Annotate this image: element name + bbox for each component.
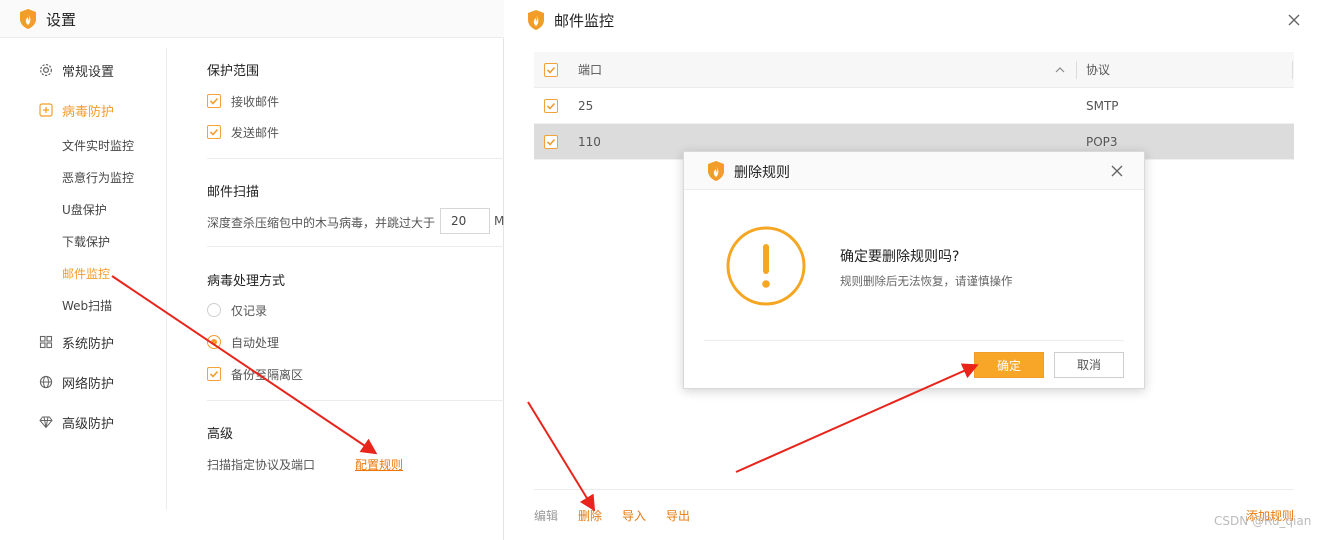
confirm-button[interactable]: 确定 — [974, 352, 1044, 378]
checkbox-checked-icon — [207, 94, 221, 108]
close-icon[interactable] — [1284, 10, 1304, 30]
archive-size-input[interactable]: 20 — [440, 208, 490, 234]
divider — [207, 400, 504, 401]
advanced-desc: 扫描指定协议及端口 — [207, 458, 316, 472]
checkbox-checked-icon — [207, 367, 221, 381]
gear-icon — [38, 62, 54, 78]
column-separator[interactable] — [1292, 61, 1293, 79]
shield-flame-logo-icon — [528, 10, 544, 30]
cancel-button[interactable]: 取消 — [1054, 352, 1124, 378]
divider — [207, 158, 504, 159]
plus-box-icon — [38, 102, 54, 118]
port-cell: 110 — [578, 135, 601, 149]
radio-selected-icon — [207, 335, 221, 349]
auto-handle-label: 自动处理 — [231, 335, 280, 350]
nav-general-settings[interactable]: 常规设置 — [38, 58, 114, 82]
column-header-port[interactable]: 端口 — [578, 52, 602, 88]
record-only-radio[interactable]: 仅记录 — [207, 302, 267, 318]
nav-label: 常规设置 — [62, 64, 115, 80]
settings-title: 设置 — [46, 11, 77, 29]
import-button[interactable]: 导入 — [622, 507, 646, 524]
nav-label: 网络防护 — [62, 376, 115, 392]
settings-window: 设置 常规设置 病毒防护 文件实时监控 恶意行为监控 U盘保护 下载保护 邮件监… — [0, 0, 504, 540]
row-checkbox[interactable] — [544, 99, 558, 113]
watermark: CSDN @Ru_qian — [1214, 514, 1312, 528]
configure-rules-link[interactable]: 配置规则 — [355, 456, 403, 473]
nav-virus-protection[interactable]: 病毒防护 — [38, 98, 114, 122]
subnav-web-scan[interactable]: Web扫描 — [62, 297, 112, 314]
globe-icon — [38, 374, 54, 390]
footer-divider — [534, 489, 1294, 490]
checkbox-checked-icon — [207, 125, 221, 139]
column-header-protocol[interactable]: 协议 — [1086, 52, 1110, 88]
subnav-behavior-monitor[interactable]: 恶意行为监控 — [62, 169, 134, 186]
nav-system-protection[interactable]: 系统防护 — [38, 330, 114, 354]
divider — [207, 246, 504, 247]
send-mail-label: 发送邮件 — [231, 125, 280, 140]
port-cell: 25 — [578, 99, 594, 113]
column-separator[interactable] — [1076, 61, 1077, 79]
nav-label: 高级防护 — [62, 416, 115, 432]
size-unit: M — [494, 214, 505, 228]
mail-scan-desc: 深度查杀压缩包中的木马病毒，并跳过大于 — [207, 216, 436, 230]
virus-handling-title: 病毒处理方式 — [207, 274, 286, 289]
dialog-message: 规则删除后无法恢复，请谨慎操作 — [840, 274, 1013, 288]
protect-scope-title: 保护范围 — [207, 64, 260, 79]
settings-titlebar: 设置 — [0, 0, 504, 38]
delete-button[interactable]: 删除 — [578, 507, 602, 524]
table-row[interactable]: 25 SMTP — [534, 88, 1294, 124]
receive-mail-label: 接收邮件 — [231, 94, 280, 109]
export-button[interactable]: 导出 — [666, 507, 690, 524]
row-checkbox[interactable] — [544, 135, 558, 149]
nav-divider — [166, 48, 167, 510]
record-only-label: 仅记录 — [231, 303, 268, 318]
sort-asc-icon[interactable] — [1054, 65, 1066, 75]
dialog-title: 删除规则 — [734, 165, 790, 181]
nav-label: 病毒防护 — [62, 104, 115, 120]
dialog-divider — [704, 340, 1124, 341]
subnav-usb-protection[interactable]: U盘保护 — [62, 201, 107, 218]
mail-scan-title: 邮件扫描 — [207, 185, 260, 200]
edit-button[interactable]: 编辑 — [534, 507, 558, 524]
backup-quarantine-checkbox[interactable]: 备份至隔离区 — [207, 366, 303, 382]
nav-label: 系统防护 — [62, 336, 115, 352]
subnav-file-realtime-monitor[interactable]: 文件实时监控 — [62, 137, 134, 154]
protocol-cell: SMTP — [1086, 99, 1119, 113]
shield-flame-logo-icon — [20, 9, 36, 29]
delete-rule-dialog: 删除规则 确定要删除规则吗? 规则删除后无法恢复，请谨慎操作 确定 取消 — [683, 151, 1145, 389]
close-icon[interactable] — [1108, 162, 1126, 180]
radio-empty-icon — [207, 303, 221, 317]
shield-flame-logo-icon — [708, 161, 724, 181]
dialog-titlebar: 删除规则 — [684, 152, 1144, 190]
select-all-checkbox[interactable] — [544, 63, 558, 77]
nav-advanced-protection[interactable]: 高级防护 — [38, 410, 114, 434]
auto-handle-radio[interactable]: 自动处理 — [207, 334, 279, 350]
mail-monitor-title: 邮件监控 — [554, 12, 615, 30]
send-mail-checkbox[interactable]: 发送邮件 — [207, 124, 279, 140]
diamond-icon — [38, 414, 54, 430]
dialog-heading: 确定要删除规则吗? — [840, 249, 960, 265]
table-header: 端口 协议 — [534, 52, 1294, 88]
subnav-download-protection[interactable]: 下载保护 — [62, 233, 110, 250]
receive-mail-checkbox[interactable]: 接收邮件 — [207, 93, 279, 109]
advanced-title: 高级 — [207, 427, 234, 442]
nav-network-protection[interactable]: 网络防护 — [38, 370, 114, 394]
backup-quarantine-label: 备份至隔离区 — [231, 367, 304, 382]
warning-icon — [726, 226, 806, 306]
grid-icon — [38, 334, 54, 350]
subnav-mail-monitor[interactable]: 邮件监控 — [62, 265, 110, 282]
